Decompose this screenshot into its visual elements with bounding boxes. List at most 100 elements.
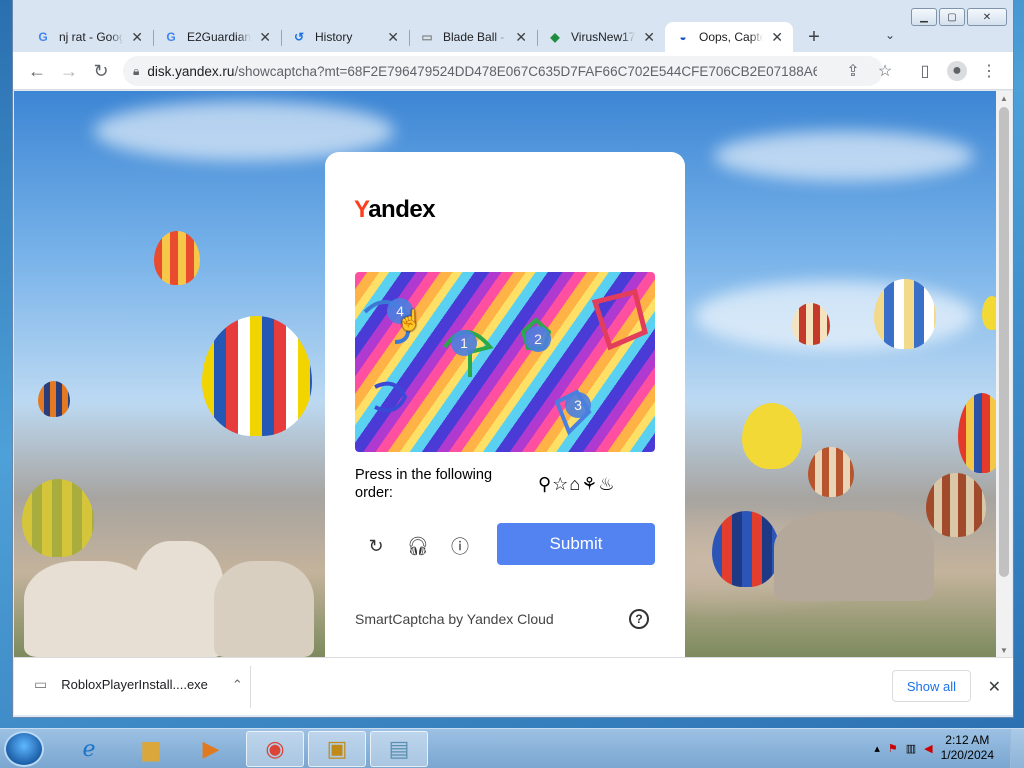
forward-arrow-icon[interactable]: → xyxy=(59,61,79,81)
internet-explorer-icon[interactable]: ℯ xyxy=(60,731,118,767)
close-icon[interactable]: ✕ xyxy=(131,29,143,46)
flag-icon[interactable]: ⚑ xyxy=(888,742,898,755)
tab-title: E2Guardian xyxy=(187,30,252,44)
captcha-card: Yandex 4 1 2 3 ☝ Press in the following … xyxy=(325,152,685,657)
window-close-button[interactable]: ✕ xyxy=(967,8,1007,26)
network-icon[interactable]: ▥ xyxy=(906,742,916,755)
close-icon[interactable]: ✕ xyxy=(515,29,527,46)
hot-air-balloon xyxy=(958,393,997,473)
star-icon[interactable]: ☆ xyxy=(875,61,895,81)
divider xyxy=(250,666,251,708)
close-icon[interactable]: ✕ xyxy=(771,29,783,46)
tab-e2guardian[interactable]: G E2Guardian ✕ xyxy=(153,22,281,52)
rock-formation xyxy=(774,511,934,601)
tab-title: Blade Ball - xyxy=(443,30,505,44)
page-content: Yandex 4 1 2 3 ☝ Press in the following … xyxy=(14,91,997,657)
hot-air-balloon xyxy=(742,403,802,469)
taskbar: ℯ ▆ ▶ ◉ ▣ ▤ ▴ ⚑ ▥ ◀ 2:12 AM 1/20/2024 xyxy=(0,728,1024,768)
side-panel-icon[interactable]: ▯ xyxy=(915,61,935,81)
captcha-marker[interactable]: 1 xyxy=(451,330,477,356)
chrome-icon[interactable]: ◉ xyxy=(246,731,304,767)
chevron-up-icon[interactable]: ▴ xyxy=(874,742,880,755)
scrollbar-thumb[interactable] xyxy=(999,107,1009,577)
reload-icon[interactable]: ↻ xyxy=(91,61,111,81)
back-arrow-icon[interactable]: ← xyxy=(27,61,47,81)
captcha-marker[interactable]: 3 xyxy=(565,392,591,418)
address-bar[interactable]: 🔒︎ disk.yandex.ru/showcaptcha?mt=68F2E79… xyxy=(123,56,883,86)
system-tray: ▴ ⚑ ▥ ◀ 2:12 AM 1/20/2024 xyxy=(874,733,994,763)
hot-air-balloon xyxy=(808,447,854,497)
show-desktop-button[interactable] xyxy=(1010,729,1024,768)
submit-button[interactable]: Submit xyxy=(497,523,655,565)
hot-air-balloon xyxy=(712,511,780,587)
order-icons: ⚲☆⌂⚘♨ xyxy=(538,474,616,494)
media-player-icon[interactable]: ▶ xyxy=(182,731,240,767)
notepad-icon[interactable]: ▤ xyxy=(370,731,428,767)
help-icon[interactable]: ? xyxy=(629,609,649,629)
captcha-marker[interactable]: 2 xyxy=(525,326,551,352)
logo-letter: Y xyxy=(354,196,369,223)
headphones-icon[interactable]: 🎧︎ xyxy=(406,534,430,558)
app-icon[interactable]: ▣ xyxy=(308,731,366,767)
hot-air-balloon xyxy=(38,381,70,417)
download-item[interactable]: ▭ RobloxPlayerInstall....exe ⌃ xyxy=(34,676,243,693)
hot-air-balloon xyxy=(792,303,830,345)
tab-history[interactable]: ↺ History ✕ xyxy=(281,22,409,52)
yandex-cloud-icon: ◒ xyxy=(679,30,687,44)
minimize-button[interactable]: ▁ xyxy=(911,8,937,26)
chevron-down-icon[interactable]: ⌄ xyxy=(885,28,895,42)
clock-time: 2:12 AM xyxy=(945,733,990,747)
captcha-prompt: Press in the following order: xyxy=(355,467,493,501)
chevron-up-icon[interactable]: ⌃ xyxy=(232,677,243,693)
show-all-button[interactable]: Show all xyxy=(891,670,971,702)
captcha-shape xyxy=(591,288,648,351)
tab-virusnew[interactable]: ◆ VirusNew17 ✕ xyxy=(537,22,665,52)
volume-icon[interactable]: ◀ xyxy=(924,742,932,755)
close-icon[interactable]: ✕ xyxy=(387,29,399,46)
maximize-button[interactable]: ▢ xyxy=(939,8,965,26)
profile-icon[interactable]: ● xyxy=(947,61,967,81)
hot-air-balloon xyxy=(982,296,997,330)
shield-icon: ◆ xyxy=(550,30,560,44)
captcha-image[interactable]: 4 1 2 3 ☝ xyxy=(355,272,655,452)
logo-text: andex xyxy=(368,196,436,223)
tab-strip: ▁ ▢ ✕ G nj rat - Google ✕ G E2Guardian ✕… xyxy=(13,0,1013,52)
url-text: disk.yandex.ru/showcaptcha?mt=68F2E79647… xyxy=(147,64,817,79)
tab-blade-ball[interactable]: ▭ Blade Ball - ✕ xyxy=(409,22,537,52)
hand-cursor-icon: ☝ xyxy=(397,310,422,332)
menu-icon[interactable]: ⋮ xyxy=(979,61,999,81)
scroll-down-arrow-icon[interactable]: ▼ xyxy=(996,643,1012,657)
window-controls: ▁ ▢ ✕ xyxy=(911,8,1007,26)
folder-icon[interactable]: ▆ xyxy=(122,731,180,767)
url-path: /showcaptcha?mt=68F2E796479524DD478E067C… xyxy=(234,63,818,79)
captcha-shape xyxy=(374,381,408,413)
share-icon[interactable]: ⇪ xyxy=(843,61,863,81)
download-filename: RobloxPlayerInstall....exe xyxy=(61,677,208,692)
captcha-footer: SmartCaptcha by Yandex Cloud xyxy=(355,611,554,627)
cloud xyxy=(714,131,974,181)
new-tab-button[interactable]: + xyxy=(799,22,829,52)
hot-air-balloon xyxy=(874,279,936,349)
lock-icon: 🔒︎ xyxy=(133,63,140,78)
file-icon: ▭ xyxy=(34,676,48,692)
hot-air-balloon xyxy=(926,473,986,537)
refresh-icon[interactable]: ↻ xyxy=(364,534,388,558)
browser-toolbar: ← → ↻ 🔒︎ disk.yandex.ru/showcaptcha?mt=6… xyxy=(13,52,1013,90)
tab-nj-rat[interactable]: G nj rat - Google ✕ xyxy=(25,22,153,52)
tabs: G nj rat - Google ✕ G E2Guardian ✕ ↺ His… xyxy=(25,22,829,52)
tab-title: nj rat - Google xyxy=(59,30,124,44)
info-icon[interactable]: ⓘ xyxy=(448,534,472,558)
rock-formation xyxy=(134,541,224,657)
close-icon[interactable]: ✕ xyxy=(988,677,1001,697)
clock[interactable]: 2:12 AM 1/20/2024 xyxy=(941,733,994,763)
scroll-up-arrow-icon[interactable]: ▲ xyxy=(996,91,1012,105)
close-icon[interactable]: ✕ xyxy=(259,29,271,46)
close-icon[interactable]: ✕ xyxy=(643,29,655,46)
tab-oops-captcha[interactable]: ◒ Oops, Captcha ✕ xyxy=(665,22,793,52)
hot-air-balloon xyxy=(154,231,200,285)
hot-air-balloon xyxy=(22,479,94,557)
scrollbar[interactable]: ▲ ▼ xyxy=(996,91,1012,657)
yandex-logo: Yandex xyxy=(354,196,436,224)
start-button[interactable] xyxy=(4,731,44,767)
download-bar: ▭ RobloxPlayerInstall....exe ⌃ Show all … xyxy=(14,657,1013,715)
